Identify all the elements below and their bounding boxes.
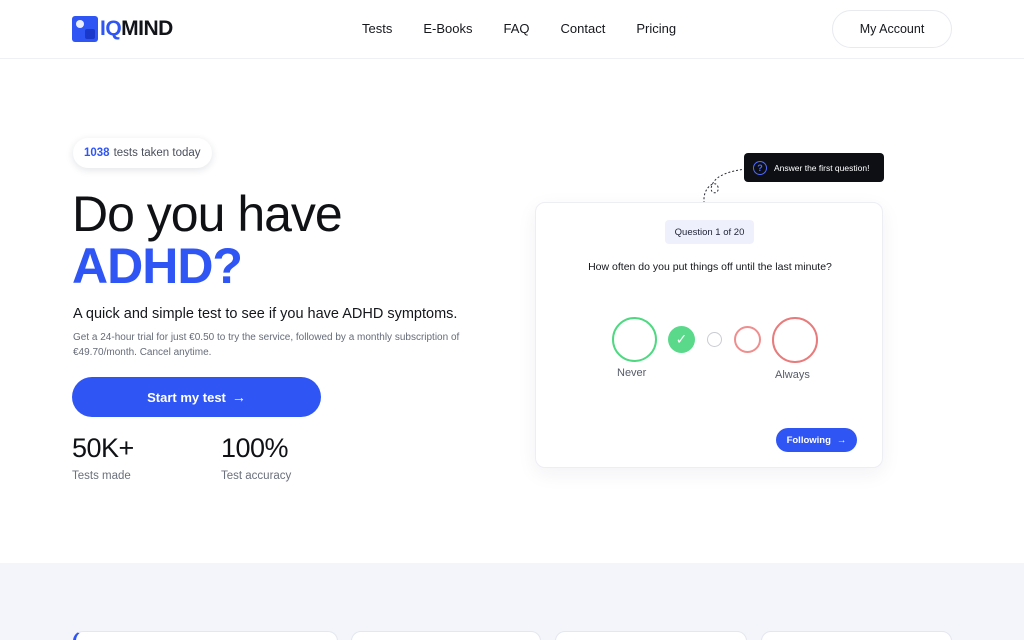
tests-today-badge: 1038 tests taken today bbox=[73, 138, 212, 168]
start-test-button[interactable]: Start my test → bbox=[72, 377, 321, 417]
logo-wordmark: IQMIND bbox=[100, 17, 173, 40]
answer-option-4[interactable] bbox=[734, 326, 761, 353]
scale-label-never: Never bbox=[617, 367, 647, 379]
question-progress-pill: Question 1 of 20 bbox=[665, 220, 754, 244]
following-label: Following bbox=[786, 434, 831, 446]
check-icon: ✓ bbox=[675, 331, 688, 347]
stat-tests-made: 50K+ Tests made bbox=[72, 432, 134, 482]
hero-subtitle: A quick and simple test to see if you ha… bbox=[73, 306, 458, 322]
scale-label-always: Always bbox=[775, 369, 810, 381]
question-text: How often do you put things off until th… bbox=[588, 261, 832, 273]
stat-value: 50K+ bbox=[72, 433, 134, 463]
stat-label: Tests made bbox=[72, 470, 131, 482]
nav-item-pricing[interactable]: Pricing bbox=[636, 20, 676, 38]
feature-card[interactable] bbox=[73, 631, 338, 640]
hero-title-line2: ADHD? bbox=[72, 238, 243, 294]
nav-item-contact[interactable]: Contact bbox=[561, 20, 606, 38]
my-account-button[interactable]: My Account bbox=[832, 10, 952, 48]
nav-item-faq[interactable]: FAQ bbox=[503, 20, 529, 38]
answer-option-3[interactable] bbox=[707, 332, 722, 347]
main-nav: Tests E-Books FAQ Contact Pricing bbox=[362, 20, 707, 38]
feature-card[interactable] bbox=[555, 631, 747, 640]
quiz-preview-card: Question 1 of 20 How often do you put th… bbox=[535, 202, 883, 468]
stat-label: Test accuracy bbox=[221, 470, 292, 482]
feature-card[interactable] bbox=[761, 631, 952, 640]
hint-text: Answer the first question! bbox=[774, 162, 870, 173]
feature-card[interactable] bbox=[351, 631, 541, 640]
pricing-fine-print: Get a 24-hour trial for just €0.50 to tr… bbox=[73, 332, 460, 358]
following-button[interactable]: Following → bbox=[776, 428, 857, 452]
puzzle-logo-icon bbox=[72, 16, 98, 42]
brand-logo[interactable]: IQMIND bbox=[72, 16, 173, 42]
hint-tooltip: ? Answer the first question! bbox=[744, 153, 884, 182]
start-test-label: Start my test bbox=[147, 389, 226, 405]
tests-today-count: 1038 bbox=[84, 147, 110, 159]
arrow-right-icon: → bbox=[836, 434, 847, 446]
answer-option-5[interactable] bbox=[772, 317, 818, 363]
stat-test-accuracy: 100% Test accuracy bbox=[221, 432, 291, 482]
arrow-right-icon: → bbox=[231, 389, 246, 405]
features-section-bg bbox=[0, 563, 1024, 640]
nav-item-ebooks[interactable]: E-Books bbox=[423, 20, 472, 38]
question-icon: ? bbox=[753, 160, 767, 175]
hero-title-line1: Do you have bbox=[72, 186, 343, 242]
answer-option-2-selected[interactable]: ✓ bbox=[668, 326, 695, 353]
site-header: IQMIND Tests E-Books FAQ Contact Pricing… bbox=[0, 0, 1024, 59]
stat-value: 100% bbox=[221, 433, 289, 463]
nav-item-tests[interactable]: Tests bbox=[362, 20, 392, 38]
tests-today-label: tests taken today bbox=[113, 147, 201, 159]
answer-option-1[interactable] bbox=[612, 317, 657, 362]
